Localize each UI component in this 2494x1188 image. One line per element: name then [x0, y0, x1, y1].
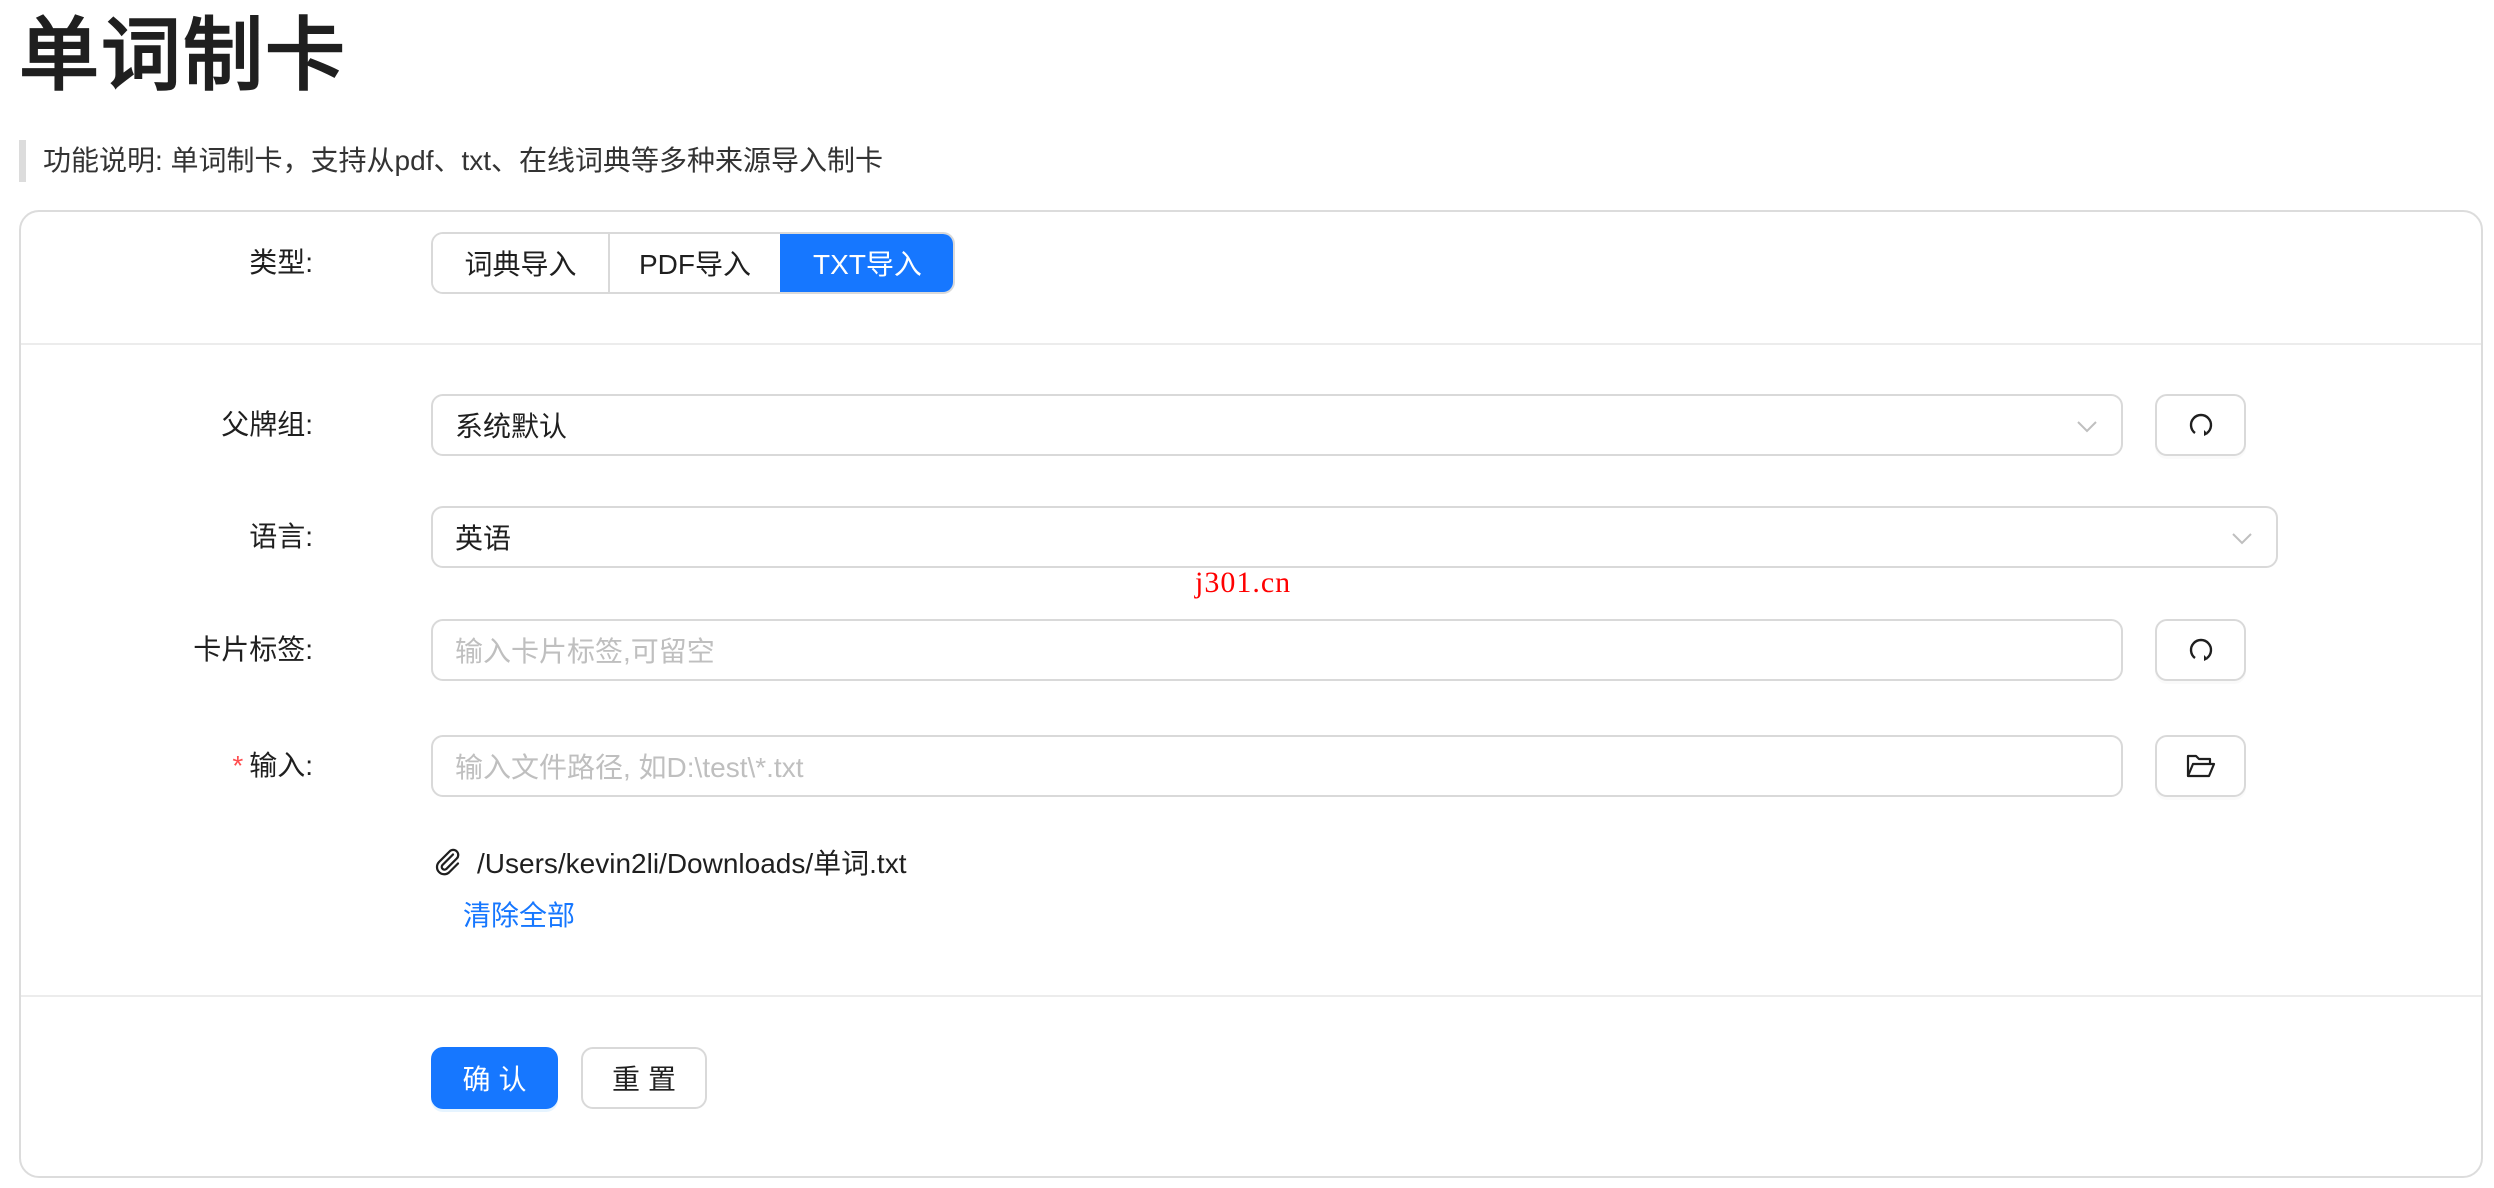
- browse-folder-button[interactable]: [2155, 735, 2246, 797]
- description-accent-bar: [19, 140, 26, 182]
- page-description: 功能说明: 单词制卡，支持从pdf、txt、在线词典等多种来源导入制卡: [43, 145, 884, 176]
- parent-deck-value: 系统默认: [455, 411, 568, 442]
- clear-all-link[interactable]: 清除全部: [463, 894, 575, 938]
- required-mark: *: [232, 750, 244, 781]
- card-tags-input[interactable]: 输入卡片标签,可留空: [431, 619, 2123, 681]
- file-path-input[interactable]: 输入文件路径, 如D:\test\*.txt: [431, 735, 2123, 797]
- parent-deck-refresh-button[interactable]: [2155, 394, 2246, 456]
- card-tags-refresh-button[interactable]: [2155, 619, 2246, 681]
- reset-button-label: 重置: [611, 1064, 684, 1095]
- page-title: 单词制卡: [19, 11, 347, 100]
- language-label: 语言:: [249, 521, 313, 552]
- confirm-button[interactable]: 确认: [431, 1047, 558, 1109]
- file-list-item: /Users/kevin2li/Downloads/单词.txt: [431, 840, 906, 884]
- chevron-down-icon: [2077, 421, 2097, 433]
- type-option-dictionary[interactable]: 词典导入: [433, 234, 608, 292]
- section-divider: [21, 343, 2481, 345]
- type-label: 类型:: [249, 247, 313, 278]
- language-select[interactable]: 英语: [431, 506, 2278, 568]
- type-option-pdf[interactable]: PDF导入: [608, 234, 780, 292]
- folder-open-icon: [2186, 754, 2215, 778]
- footer-divider: [21, 995, 2481, 997]
- file-path-text[interactable]: /Users/kevin2li/Downloads/单词.txt: [477, 842, 906, 882]
- refresh-icon: [2189, 638, 2212, 661]
- input-label: * 输入:: [13, 735, 313, 797]
- form-card: [19, 210, 2483, 1178]
- paperclip-icon: [435, 848, 460, 876]
- type-option-txt[interactable]: TXT导入: [780, 234, 953, 292]
- input-label-text: 输入:: [249, 750, 313, 781]
- card-tags-label: 卡片标签:: [193, 634, 313, 665]
- chevron-down-icon: [2232, 533, 2252, 545]
- watermark: j301.cn: [1195, 566, 1292, 599]
- confirm-button-label: 确认: [462, 1064, 535, 1095]
- refresh-icon: [2189, 413, 2212, 436]
- language-value: 英语: [455, 523, 512, 554]
- type-segmented-control: 词典导入 PDF导入 TXT导入: [431, 232, 955, 294]
- parent-deck-select[interactable]: 系统默认: [431, 394, 2123, 456]
- reset-button[interactable]: 重置: [581, 1047, 707, 1109]
- parent-deck-label: 父牌组:: [221, 409, 313, 440]
